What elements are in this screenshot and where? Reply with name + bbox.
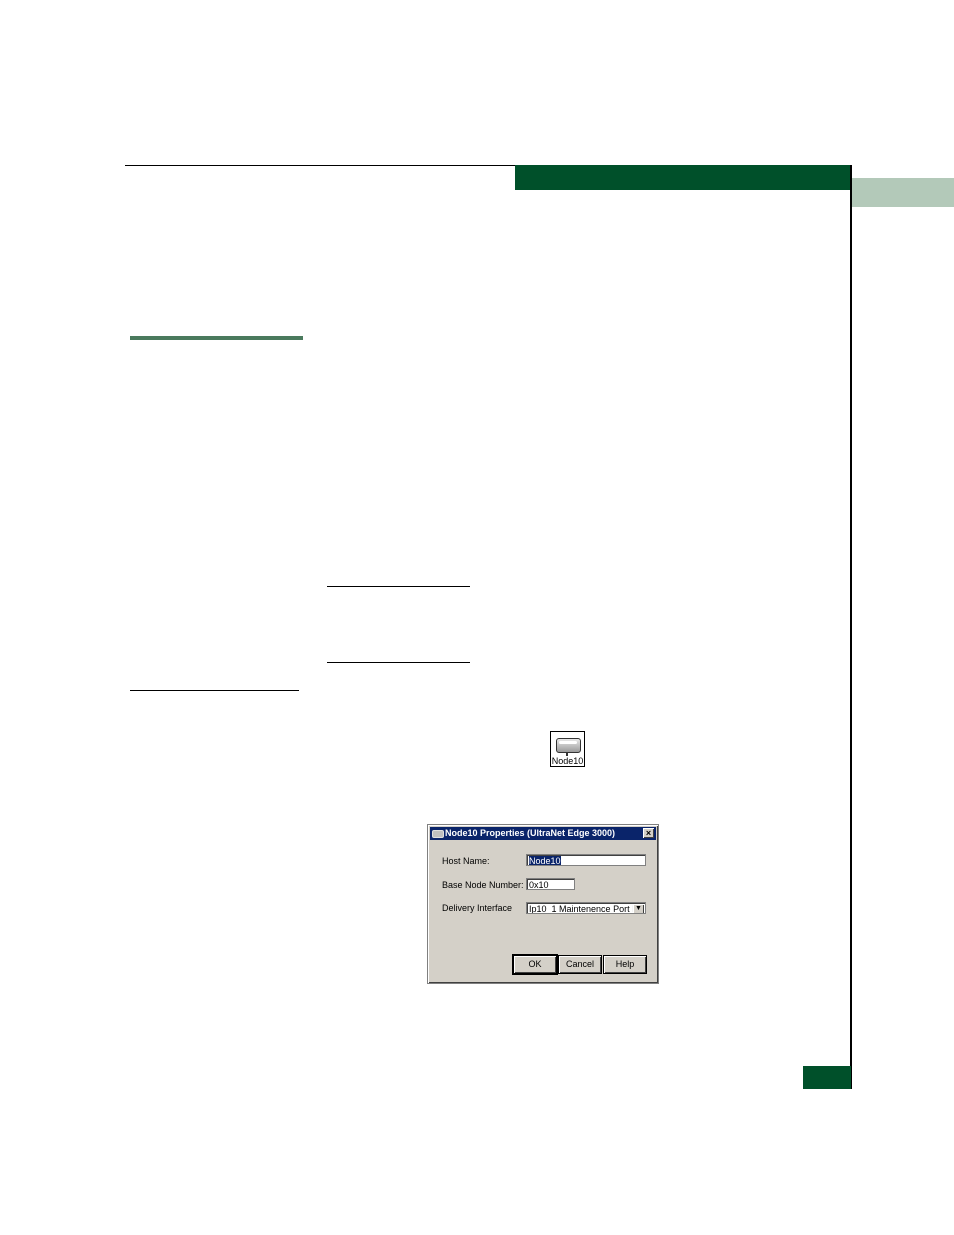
dialog-title: Node10 Properties (UltraNet Edge 3000): [445, 828, 616, 838]
host-name-input[interactable]: Node10: [526, 854, 646, 866]
node-properties-dialog: Node10 Properties (UltraNet Edge 3000) ×…: [427, 824, 659, 984]
ok-button[interactable]: OK: [514, 956, 556, 973]
help-button[interactable]: Help: [604, 956, 646, 973]
section-heading-bar: [130, 336, 303, 340]
node-icon-small: [432, 830, 444, 838]
base-node-number-label: Base Node Number:: [442, 880, 524, 890]
delivery-interface-select[interactable]: Ip10_1 Maintenence Port IP ▼: [526, 902, 646, 914]
delivery-interface-value: Ip10_1 Maintenence Port IP: [529, 904, 641, 914]
node-icon[interactable]: Node10: [550, 731, 585, 767]
procedure-rule: [130, 690, 299, 691]
note-top-rule: [327, 586, 470, 587]
note-bottom-rule: [327, 662, 470, 663]
delivery-interface-label: Delivery Interface: [442, 903, 513, 913]
node-icon-label: Node10: [551, 756, 584, 766]
page-number-box: [803, 1066, 851, 1089]
chapter-header-bar: [515, 165, 851, 190]
header-rule: [125, 165, 515, 166]
chevron-down-icon[interactable]: ▼: [633, 904, 644, 913]
right-margin-rule: [850, 165, 852, 1089]
cancel-button[interactable]: Cancel: [559, 956, 601, 973]
close-button[interactable]: ×: [643, 828, 654, 838]
host-name-label: Host Name:: [442, 856, 490, 866]
base-node-number-input[interactable]: 0x10: [526, 878, 575, 890]
chapter-side-tab: [852, 178, 954, 207]
node-disk-icon: [556, 738, 581, 753]
dialog-titlebar[interactable]: Node10 Properties (UltraNet Edge 3000) ×: [430, 827, 656, 840]
